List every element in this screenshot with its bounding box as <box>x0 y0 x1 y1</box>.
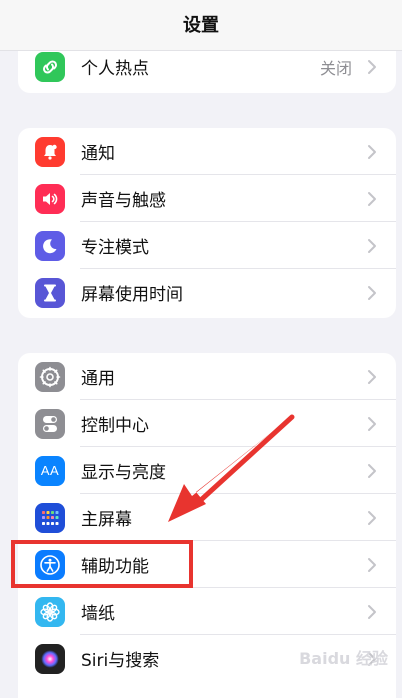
annotation-arrow-icon <box>168 414 295 522</box>
watermark: Baidu 经验 <box>299 649 388 668</box>
